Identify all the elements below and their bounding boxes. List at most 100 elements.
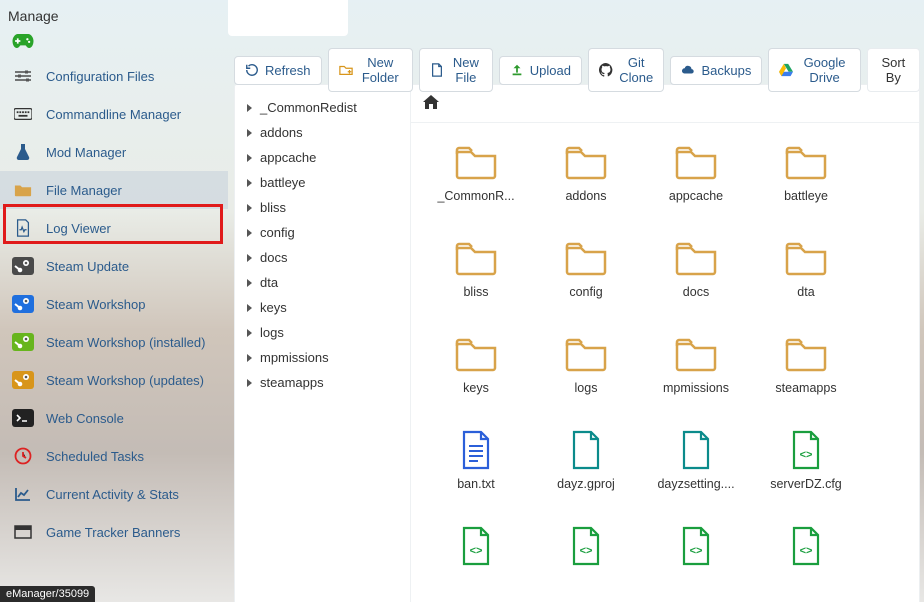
folder-icon — [563, 239, 609, 277]
caret-right-icon — [247, 154, 252, 162]
file-item[interactable]: <> — [751, 527, 861, 573]
folder-icon — [673, 239, 719, 277]
sidebar-item-game-tracker-banners[interactable]: Game Tracker Banners — [0, 513, 228, 551]
item-label: docs — [641, 285, 751, 299]
file-icon: <> — [673, 527, 719, 565]
folder-item[interactable]: keys — [421, 335, 531, 395]
caret-right-icon — [247, 129, 252, 137]
svg-text:<>: <> — [470, 545, 483, 557]
status-chip: eManager/35099 — [0, 586, 95, 602]
tree-item[interactable]: bliss — [243, 195, 402, 220]
git-clone-button[interactable]: Git Clone — [588, 48, 664, 92]
folder-item[interactable]: steamapps — [751, 335, 861, 395]
file-item[interactable]: dayz.gproj — [531, 431, 641, 491]
sidebar-item-label: Web Console — [46, 411, 124, 426]
tree-item[interactable]: logs — [243, 320, 402, 345]
item-label: keys — [421, 381, 531, 395]
tree-item[interactable]: keys — [243, 295, 402, 320]
backups-button[interactable]: Backups — [670, 56, 762, 85]
item-label: ban.txt — [421, 477, 531, 491]
caret-right-icon — [247, 204, 252, 212]
tree-item[interactable]: config — [243, 220, 402, 245]
file-item[interactable]: dayzsetting.... — [641, 431, 751, 491]
sidebar-item-label: Scheduled Tasks — [46, 449, 144, 464]
controller-icon — [12, 36, 34, 51]
item-label: serverDZ.cfg — [751, 477, 861, 491]
folder-item[interactable]: dta — [751, 239, 861, 299]
tree-item[interactable]: _CommonRedist — [243, 95, 402, 120]
google-drive-button[interactable]: Google Drive — [768, 48, 860, 92]
refresh-button[interactable]: Refresh — [234, 56, 322, 85]
tree-item[interactable]: dta — [243, 270, 402, 295]
folder-icon — [453, 335, 499, 373]
keyboard-icon — [12, 105, 34, 123]
sidebar-item-web-console[interactable]: Web Console — [0, 399, 228, 437]
google-drive-icon — [779, 63, 793, 77]
sidebar-item-current-activity-stats[interactable]: Current Activity & Stats — [0, 475, 228, 513]
caret-right-icon — [247, 329, 252, 337]
svg-text:<>: <> — [580, 545, 593, 557]
section-title: Manage — [0, 0, 228, 34]
sidebar-item-file-manager[interactable]: File Manager — [0, 171, 228, 209]
steam-dark-icon — [12, 257, 34, 275]
folder-icon — [453, 143, 499, 181]
folder-icon — [673, 335, 719, 373]
tree-item[interactable]: mpmissions — [243, 345, 402, 370]
sidebar-item-steam-workshop[interactable]: Steam Workshop — [0, 285, 228, 323]
sidebar-item-label: Mod Manager — [46, 145, 126, 160]
steam-green-icon — [12, 333, 34, 351]
sidebar: Manage Configuration Files Commandline Ma… — [0, 0, 228, 602]
folder-icon — [783, 335, 829, 373]
file-icon: <> — [783, 527, 829, 565]
folder-item[interactable]: docs — [641, 239, 751, 299]
folder-item[interactable]: mpmissions — [641, 335, 751, 395]
new-file-button[interactable]: New File — [419, 48, 493, 92]
folder-item[interactable]: config — [531, 239, 641, 299]
folder-item[interactable]: addons — [531, 143, 641, 203]
folder-icon — [673, 143, 719, 181]
content-area: _CommonRedistaddonsappcachebattleyebliss… — [234, 84, 920, 602]
tree-item[interactable]: battleye — [243, 170, 402, 195]
folder-item[interactable]: battleye — [751, 143, 861, 203]
file-item[interactable]: ban.txt — [421, 431, 531, 491]
folder-item[interactable]: appcache — [641, 143, 751, 203]
sidebar-item-mod-manager[interactable]: Mod Manager — [0, 133, 228, 171]
home-icon[interactable] — [423, 95, 439, 112]
caret-right-icon — [247, 354, 252, 362]
sidebar-item-label: Commandline Manager — [46, 107, 181, 122]
upload-button[interactable]: Upload — [499, 56, 582, 85]
folder-item[interactable]: _CommonR... — [421, 143, 531, 203]
chart-icon — [12, 485, 34, 503]
sort-by-button[interactable]: Sort By — [867, 48, 920, 92]
svg-text:<>: <> — [800, 545, 813, 557]
folder-item[interactable]: logs — [531, 335, 641, 395]
flask-icon — [12, 143, 34, 161]
folder-icon — [453, 239, 499, 277]
tree-item[interactable]: steamapps — [243, 370, 402, 395]
tree-item[interactable]: appcache — [243, 145, 402, 170]
tree-item[interactable]: docs — [243, 245, 402, 270]
sidebar-item-commandline-manager[interactable]: Commandline Manager — [0, 95, 228, 133]
sidebar-item-steam-update[interactable]: Steam Update — [0, 247, 228, 285]
file-pulse-icon — [12, 219, 34, 237]
sidebar-item-steam-workshop-updates-[interactable]: Steam Workshop (updates) — [0, 361, 228, 399]
sidebar-item-scheduled-tasks[interactable]: Scheduled Tasks — [0, 437, 228, 475]
sidebar-item-label: Configuration Files — [46, 69, 154, 84]
file-item[interactable]: <> — [531, 527, 641, 573]
item-label: logs — [531, 381, 641, 395]
item-label: dayz.gproj — [531, 477, 641, 491]
file-item[interactable]: <> — [421, 527, 531, 573]
sidebar-item-steam-workshop-installed-[interactable]: Steam Workshop (installed) — [0, 323, 228, 361]
steam-blue-icon — [12, 295, 34, 313]
folder-icon — [783, 239, 829, 277]
folder-item[interactable]: bliss — [421, 239, 531, 299]
tree-item[interactable]: addons — [243, 120, 402, 145]
file-item[interactable]: <>serverDZ.cfg — [751, 431, 861, 491]
sidebar-item-label: Current Activity & Stats — [46, 487, 179, 502]
new-folder-button[interactable]: New Folder — [328, 48, 413, 92]
sidebar-item-log-viewer[interactable]: Log Viewer — [0, 209, 228, 247]
file-icon — [453, 431, 499, 469]
sidebar-item-configuration-files[interactable]: Configuration Files — [0, 57, 228, 95]
caret-right-icon — [247, 254, 252, 262]
file-item[interactable]: <> — [641, 527, 751, 573]
